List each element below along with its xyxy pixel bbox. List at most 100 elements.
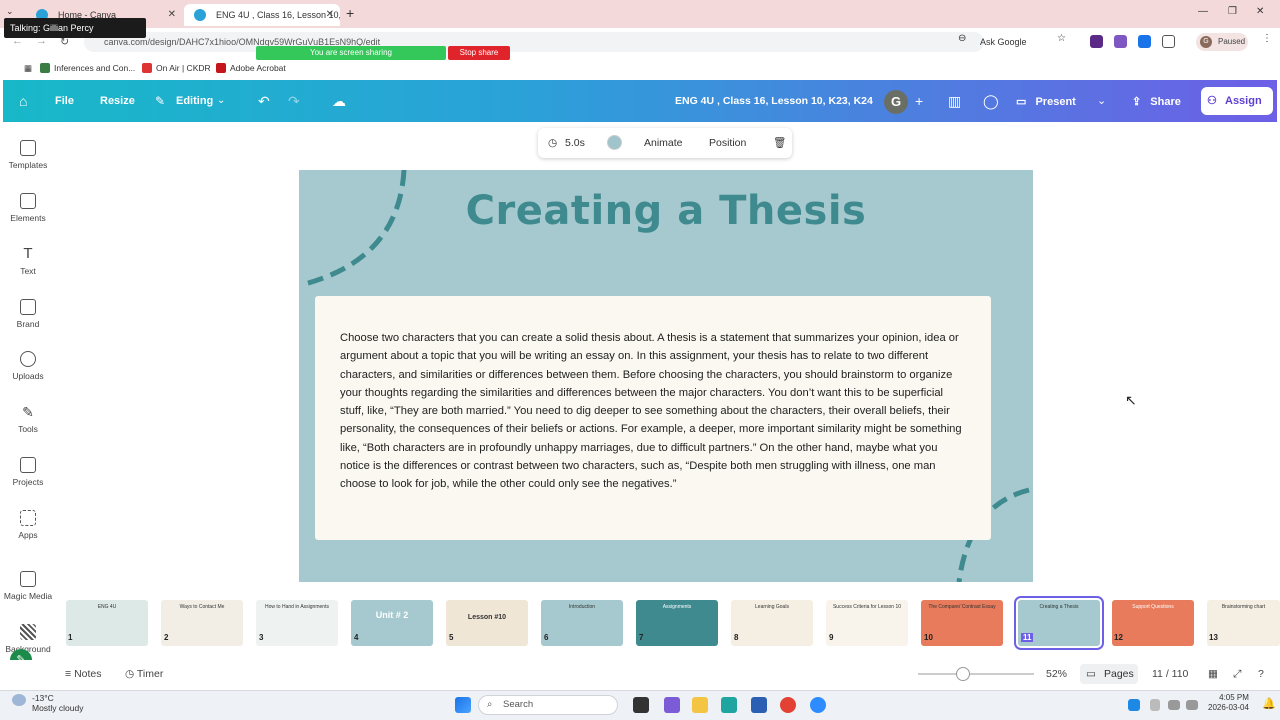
page-thumbnail-9[interactable]: Success Criteria for Lesson 10 (826, 600, 908, 646)
extension-icon[interactable] (1090, 35, 1103, 48)
redo-icon[interactable]: ↷ (288, 92, 300, 110)
help-icon[interactable]: ? (1258, 668, 1264, 680)
grid-view-icon[interactable]: ▦ (1208, 668, 1218, 680)
extensions-puzzle-icon[interactable] (1162, 35, 1175, 48)
page-thumbnail-2[interactable]: Ways to Contact Me (161, 600, 243, 646)
windows-start-icon[interactable] (455, 697, 471, 713)
sidebar-item-background[interactable]: Background (3, 624, 53, 654)
sidebar-item-uploads[interactable]: Uploads (3, 351, 53, 381)
editing-mode-button[interactable]: Editing (176, 80, 213, 122)
notes-button[interactable]: ≡ Notes (65, 668, 102, 680)
comment-icon[interactable]: ◯ (983, 92, 999, 110)
assign-button[interactable]: ⚇ Assign (1201, 87, 1273, 115)
bookmark-item[interactable]: Adobe Acrobat (216, 61, 286, 75)
close-window-icon[interactable]: ✕ (1256, 6, 1264, 17)
page-thumbnail-8[interactable]: Learning Goals (731, 600, 813, 646)
page-thumbnail-10[interactable]: The Compare/ Contrast Essay (921, 600, 1003, 646)
notification-bell-icon[interactable]: 🔔 (1262, 697, 1276, 710)
page-thumbnail-5[interactable]: Lesson #10 (446, 600, 528, 646)
sidebar-item-magic-media[interactable]: Magic Media (3, 571, 53, 601)
slide-text-card[interactable]: Choose two characters that you can creat… (315, 296, 991, 540)
add-collaborator-icon[interactable]: + (915, 92, 923, 110)
zoom-slider-track[interactable] (918, 673, 1034, 675)
sidebar-item-elements[interactable]: Elements (3, 193, 53, 223)
slide-title[interactable]: Creating a Thesis (299, 188, 1033, 234)
browser-menu-icon[interactable]: ⋮ (1262, 33, 1272, 44)
thumbnail-number: 9 (829, 633, 834, 642)
store-icon[interactable] (751, 697, 767, 713)
tab-title: ENG 4U , Class 16, Lesson 10, K (216, 10, 340, 20)
url-field[interactable]: canva.com/design/DAHC7x1hioo/OMNdqv59WrG… (84, 32, 984, 52)
page-thumbnail-6[interactable]: Introduction (541, 600, 623, 646)
page-thumbnail-1[interactable]: ENG 4U (66, 600, 148, 646)
bookmark-star-icon[interactable]: ☆ (1057, 33, 1066, 44)
position-button[interactable]: Position (709, 128, 746, 158)
present-options-chevron-icon[interactable]: ⌄ (1097, 92, 1106, 110)
background-color-swatch[interactable] (607, 135, 622, 150)
thumbnail-number: 12 (1114, 633, 1123, 642)
resize-button[interactable]: Resize (100, 80, 135, 122)
avatar[interactable]: G (884, 90, 908, 114)
file-menu-button[interactable]: File (55, 80, 74, 122)
minimize-icon[interactable]: — (1198, 6, 1208, 17)
share-button[interactable]: ⇪ Share (1132, 89, 1181, 115)
sidebar-item-text[interactable]: T Text (3, 246, 53, 277)
sidebar-item-templates[interactable]: Templates (3, 140, 53, 170)
task-view-icon[interactable] (633, 697, 649, 713)
home-icon[interactable]: ⌂ (19, 92, 27, 110)
sidebar-item-apps[interactable]: Apps (3, 510, 53, 540)
pages-button[interactable]: ▭ Pages (1080, 664, 1138, 684)
page-thumbnail-4[interactable]: Unit # 2 (351, 600, 433, 646)
page-thumbnail-7[interactable]: Assignments (636, 600, 718, 646)
weather-widget[interactable]: -13°C Mostly cloudy (32, 693, 84, 713)
trash-icon[interactable]: 🗑 (773, 128, 786, 158)
wifi-icon[interactable] (1168, 700, 1180, 710)
edge-browser-icon[interactable] (721, 697, 737, 713)
maximize-icon[interactable]: ❐ (1228, 6, 1237, 17)
sidebar-item-tools[interactable]: ✎ Tools (3, 404, 53, 434)
extension-icon[interactable] (1114, 35, 1127, 48)
microphone-icon[interactable] (1150, 699, 1160, 711)
close-tab-icon[interactable]: ✕ (168, 4, 176, 26)
page-thumbnail-3[interactable]: How to Hand in Assignments (256, 600, 338, 646)
zoom-app-icon[interactable] (810, 697, 826, 713)
slide-canvas[interactable]: Creating a Thesis Choose two characters … (299, 170, 1033, 582)
file-explorer-icon[interactable] (692, 697, 708, 713)
taskbar-search[interactable]: ⌕ Search (478, 695, 618, 715)
apps-grid-icon[interactable]: ▦ (10, 61, 32, 75)
sidebar-item-brand[interactable]: Brand (3, 299, 53, 329)
thumbnail-title: Brainstorming chart (1221, 604, 1266, 610)
animate-button[interactable]: Animate (644, 128, 683, 158)
fullscreen-icon[interactable]: ⤢ (1233, 668, 1241, 681)
extension-icon[interactable] (1138, 35, 1151, 48)
thumbnail-number: 6 (544, 633, 549, 642)
chrome-icon[interactable] (780, 697, 796, 713)
sidebar-item-projects[interactable]: Projects (3, 457, 53, 487)
cloud-saved-icon[interactable]: ☁ (332, 92, 346, 110)
taskbar-clock[interactable]: 4:05 PM 2026-03-04 (1208, 693, 1249, 713)
slide-duration-button[interactable]: 5.0s (565, 128, 585, 158)
onedrive-icon[interactable] (1128, 699, 1140, 711)
volume-icon[interactable] (1186, 700, 1198, 710)
undo-icon[interactable]: ↶ (258, 92, 270, 110)
stop-share-button[interactable]: Stop share (448, 46, 510, 60)
new-tab-icon[interactable]: + (346, 5, 354, 21)
tab-search-icon[interactable]: ⌄ (6, 6, 14, 17)
insights-chart-icon[interactable]: ▥ (948, 92, 961, 110)
bookmark-item[interactable]: Inferences and Con... (40, 61, 135, 75)
bookmark-item[interactable]: On Air | CKDR (142, 61, 211, 75)
tab-eng4u[interactable]: ENG 4U , Class 16, Lesson 10, K ✕ (184, 4, 340, 26)
share-label: Share (1150, 96, 1181, 108)
page-thumbnail-12[interactable]: Support Questions (1112, 600, 1194, 646)
profile-paused-button[interactable]: G Paused (1196, 33, 1248, 51)
present-button[interactable]: ▭ Present (1016, 89, 1076, 115)
document-title[interactable]: ENG 4U , Class 16, Lesson 10, K23, K24 (675, 80, 873, 122)
close-tab-icon[interactable]: ✕ (326, 4, 334, 26)
chevron-down-icon[interactable]: ⌄ (217, 92, 225, 110)
copilot-icon[interactable] (664, 697, 680, 713)
ask-google-button[interactable]: Ask Google (980, 34, 1027, 50)
timer-button[interactable]: ◷ Timer (125, 668, 163, 680)
slide-body-text[interactable]: Choose two characters that you can creat… (340, 329, 970, 494)
zoom-level[interactable]: 52% (1046, 668, 1067, 680)
zoom-icon[interactable]: ⊖ (958, 33, 966, 44)
